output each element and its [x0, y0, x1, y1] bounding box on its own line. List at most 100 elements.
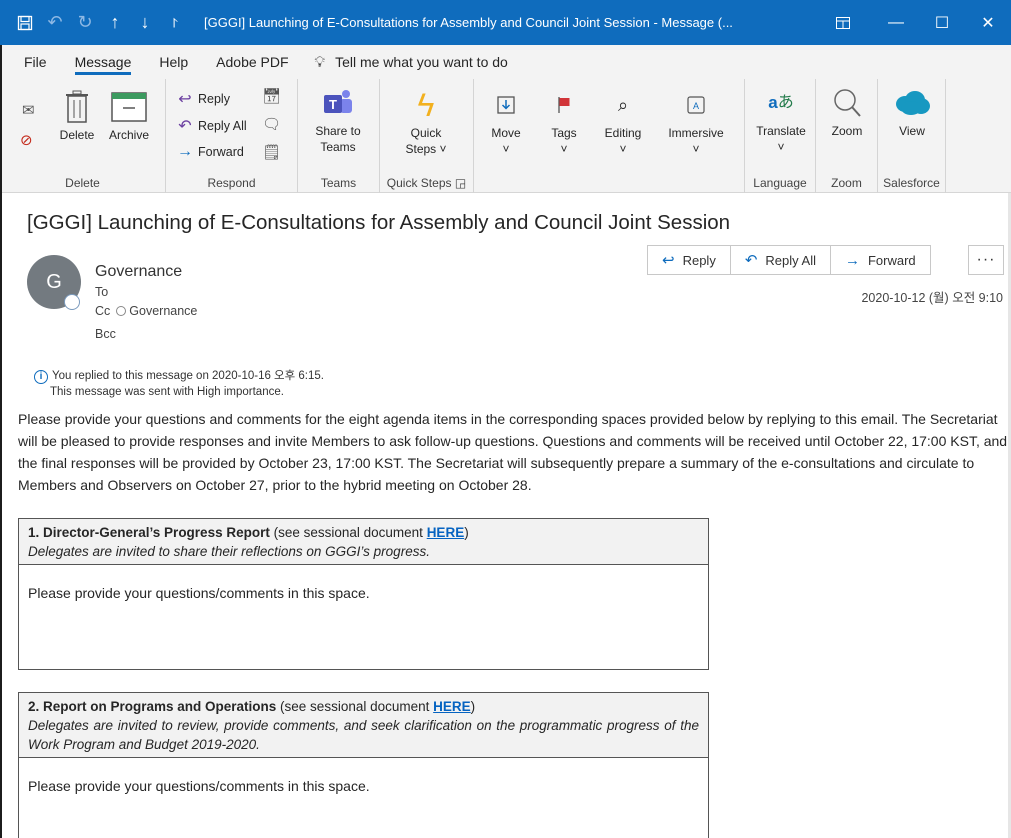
message-subject: [GGGI] Launching of E-Consultations for … — [27, 211, 731, 234]
ignore-icon[interactable]: ✉ — [22, 101, 35, 119]
save-icon[interactable] — [10, 0, 40, 45]
to-line: To — [95, 285, 109, 299]
cc-presence-icon — [116, 306, 127, 316]
sessional-doc-link[interactable]: HERE — [427, 525, 465, 540]
info-icon: i — [34, 370, 48, 384]
svg-text:A: A — [693, 101, 699, 111]
reply-arrow-icon: ↩ — [662, 252, 675, 269]
teams-icon: T — [322, 83, 354, 123]
window-border — [0, 45, 2, 838]
forward-ribbon-button[interactable]: → Forward — [176, 143, 244, 161]
archive-icon — [111, 87, 147, 127]
zoom-button[interactable]: Zoom — [824, 83, 870, 139]
ribbon-group-language: aあ Translate ˅ Language — [744, 79, 816, 193]
message-actions: ↩ Reply ↶ Reply All → Forward — [647, 245, 931, 275]
translate-icon: aあ — [768, 93, 794, 112]
tags-button[interactable]: Tags ˅ — [544, 85, 584, 157]
more-respond-icon[interactable]: 🗒︎ — [262, 143, 281, 161]
group-label-delete: Delete — [65, 176, 100, 190]
ribbon-group-delete: ✉ ⊘ Delete Archive Delete — [0, 79, 166, 193]
salesforce-cloud-icon — [893, 83, 931, 123]
up-arrow-icon[interactable]: ↑ — [100, 0, 130, 45]
svg-text:T: T — [329, 97, 337, 112]
minimize-icon[interactable]: — — [873, 0, 919, 45]
customize-toolbar-icon[interactable]: ⨡ — [160, 0, 190, 45]
share-to-teams-button[interactable]: T Share to Teams — [312, 83, 364, 155]
tell-me-search[interactable]: 💡︎ Tell me what you want to do — [315, 54, 508, 71]
move-icon — [497, 85, 515, 125]
ribbon-group-respond: ↩ Reply ↶ Reply All → Forward 📅︎ 🗨︎ 🗒︎ Resp… — [166, 79, 298, 193]
ribbon-group-salesforce: View Salesforce — [878, 79, 946, 193]
ribbon-group-quick-steps: ϟ Quick Steps ˅ Quick Steps ◲ — [380, 79, 474, 193]
archive-button[interactable]: Archive — [104, 87, 154, 143]
redo-icon[interactable]: ↻ — [70, 0, 100, 45]
cc-recipient[interactable]: Governance — [129, 304, 197, 318]
magnifier-icon — [831, 83, 863, 123]
move-button[interactable]: Move ˅ — [484, 85, 528, 157]
reply-button[interactable]: ↩ Reply — [647, 245, 731, 275]
maximize-icon[interactable]: ☐ — [919, 0, 965, 45]
immersive-button[interactable]: A Immersive ˅ — [664, 85, 728, 157]
ribbon-display-options-icon[interactable] — [813, 0, 873, 45]
ribbon: ✉ ⊘ Delete Archive Delete ↩ Reply ↶ Reply … — [0, 79, 1011, 193]
translate-button[interactable]: aあ Translate ˅ — [751, 83, 811, 155]
sender-name[interactable]: Governance — [95, 263, 182, 281]
group-label-salesforce: Salesforce — [883, 176, 940, 190]
title-bar: ↶ ↻ ↑ ↓ ⨡ [GGGI] Launching of E-Consulta… — [0, 0, 1011, 45]
agenda-item-2: 2. Report on Programs and Operations (se… — [18, 692, 709, 838]
tab-message[interactable]: Message — [61, 45, 146, 79]
ribbon-group-actions: Move ˅ Tags ˅ ⌕ Editing ˅ A Immersive ˅ — [474, 79, 738, 193]
quick-access-toolbar: ↶ ↻ ↑ ↓ ⨡ — [10, 0, 190, 45]
reply-all-ribbon-button[interactable]: ↶ Reply All — [176, 116, 246, 136]
lightbulb-icon: 💡︎ — [314, 53, 326, 71]
trash-icon — [64, 87, 90, 127]
flag-icon — [556, 85, 572, 125]
ribbon-group-teams: T Share to Teams Teams — [298, 79, 380, 193]
message-pane: [GGGI] Launching of E-Consultations for … — [0, 193, 1011, 838]
tab-file[interactable]: File — [0, 45, 61, 79]
ribbon-tabs: File Message Help Adobe PDF 💡︎ Tell me w… — [0, 45, 1011, 79]
dialog-launcher-icon[interactable]: ◲ — [455, 176, 466, 190]
salesforce-view-button[interactable]: View — [888, 83, 936, 139]
forward-button[interactable]: → Forward — [829, 245, 931, 275]
reply-ribbon-button[interactable]: ↩ Reply — [176, 89, 230, 109]
editing-button[interactable]: ⌕ Editing ˅ — [598, 85, 648, 157]
undo-icon[interactable]: ↶ — [40, 0, 70, 45]
immersive-reader-icon: A — [687, 85, 705, 125]
quick-steps-button[interactable]: ϟ Quick Steps ˅ — [400, 85, 452, 157]
tab-adobe-pdf[interactable]: Adobe PDF — [202, 45, 302, 79]
more-actions-button[interactable]: ··· — [968, 245, 1004, 275]
reply-icon: ↩ — [178, 91, 192, 108]
cc-line: Cc Governance — [95, 304, 198, 318]
tell-me-label: Tell me what you want to do — [335, 54, 508, 70]
sessional-doc-link[interactable]: HERE — [433, 699, 471, 714]
im-icon[interactable]: 🗨︎ — [262, 115, 281, 133]
agenda-item-1: 1. Director-General’s Progress Report (s… — [18, 518, 709, 670]
reply-all-button[interactable]: ↶ Reply All — [729, 245, 831, 275]
agenda-item-header: 2. Report on Programs and Operations (se… — [19, 693, 708, 758]
response-space[interactable]: Please provide your questions/comments i… — [19, 758, 708, 794]
group-label-quick-steps: Quick Steps ◲ — [386, 176, 467, 190]
close-icon[interactable]: ✕ — [965, 0, 1011, 45]
lightning-icon: ϟ — [417, 87, 435, 123]
presence-icon — [64, 294, 80, 310]
message-date: 2020-10-12 (월) 오전 9:10 — [861, 291, 1003, 305]
group-label-teams: Teams — [320, 176, 357, 190]
forward-icon: → — [177, 143, 193, 160]
reply-all-icon: ↶ — [178, 118, 192, 135]
forward-arrow-icon: → — [844, 251, 860, 269]
window-title: [GGGI] Launching of E-Consultations for … — [204, 15, 733, 30]
down-arrow-icon[interactable]: ↓ — [130, 0, 160, 45]
delete-button[interactable]: Delete — [56, 87, 98, 143]
tab-help[interactable]: Help — [145, 45, 202, 79]
group-label-zoom: Zoom — [831, 176, 862, 190]
response-space[interactable]: Please provide your questions/comments i… — [19, 565, 708, 601]
junk-icon[interactable]: ⊘ — [20, 131, 33, 149]
info-bar: i You replied to this message on 2020-10-… — [34, 368, 324, 400]
search-icon: ⌕ — [617, 95, 629, 115]
group-label-language: Language — [753, 176, 807, 190]
meeting-icon[interactable]: 📅︎ — [262, 87, 281, 105]
bcc-line: Bcc — [95, 327, 116, 341]
message-body-text: Please provide your questions and commen… — [18, 411, 1008, 493]
reply-all-arrow-icon: ↶ — [744, 252, 758, 269]
